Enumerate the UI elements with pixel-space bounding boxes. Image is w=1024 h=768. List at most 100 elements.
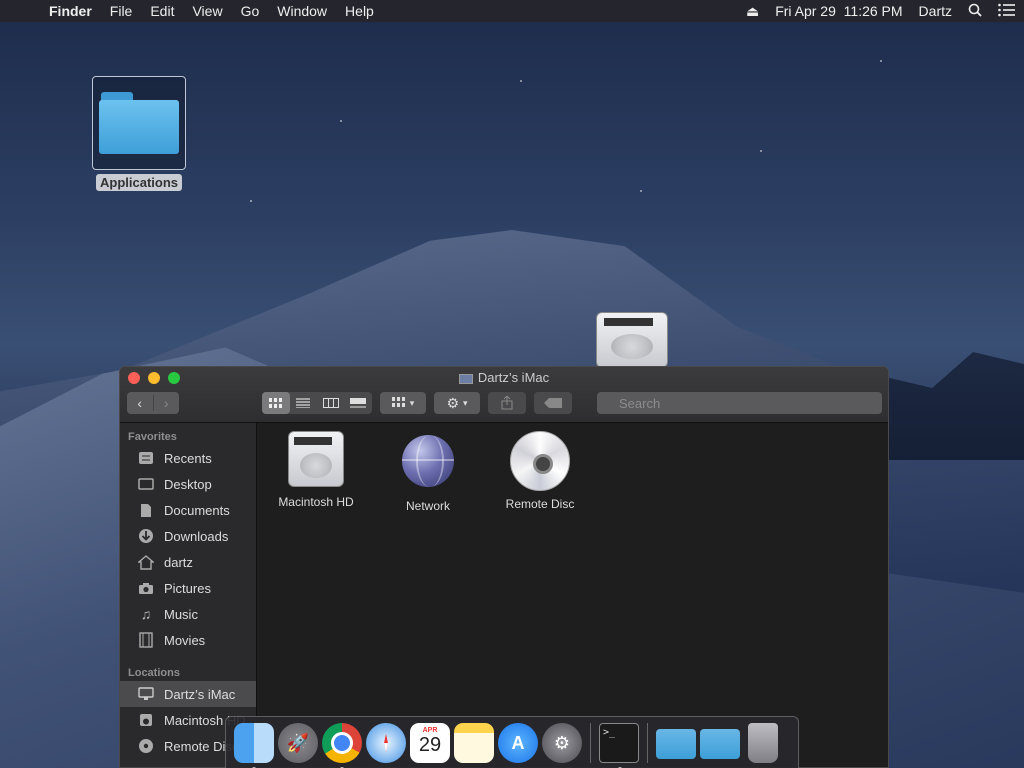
- sidebar-item-home[interactable]: dartz: [120, 549, 256, 575]
- notification-center-icon[interactable]: [990, 3, 1024, 20]
- menu-help[interactable]: Help: [336, 3, 383, 19]
- view-mode-control: [262, 392, 372, 414]
- sidebar-item-documents[interactable]: Documents: [120, 497, 256, 523]
- calendar-day: 29: [418, 734, 442, 756]
- menu-edit[interactable]: Edit: [141, 3, 183, 19]
- menu-file[interactable]: File: [101, 3, 142, 19]
- window-toolbar: ‹ › ▾ ⚙ ▾ Search: [120, 392, 888, 416]
- dock-notes-icon[interactable]: [454, 723, 494, 763]
- camera-icon: [136, 579, 156, 597]
- dock-app-store-icon[interactable]: A: [498, 723, 538, 763]
- column-view-button[interactable]: [317, 392, 345, 414]
- sidebar-item-label: Music: [164, 606, 198, 622]
- dock-finder-icon[interactable]: [234, 723, 274, 768]
- desktop-folder-label: Applications: [95, 174, 182, 191]
- dock-terminal-icon[interactable]: >_: [599, 723, 639, 768]
- gear-icon: ⚙: [446, 394, 460, 411]
- menu-user[interactable]: Dartz: [911, 3, 960, 19]
- desktop-applications-folder[interactable]: Applications: [92, 76, 186, 192]
- home-icon: [136, 553, 156, 571]
- list-view-button[interactable]: [290, 392, 318, 414]
- item-label: Macintosh HD: [278, 495, 354, 509]
- share-icon: [501, 396, 513, 410]
- menu-clock[interactable]: Fri Apr 29 11:26 PM: [767, 3, 910, 19]
- star: [640, 190, 642, 192]
- sidebar-item-label: Dartz’s iMac: [164, 686, 236, 702]
- action-button[interactable]: ⚙ ▾: [434, 392, 480, 414]
- sidebar-item-label: Desktop: [164, 476, 212, 492]
- desktop-icon: [136, 475, 156, 493]
- calendar-month: APR: [422, 727, 438, 734]
- sidebar-locations-header: Locations: [128, 667, 180, 679]
- sidebar-item-label: Documents: [164, 502, 230, 518]
- item-remote-disc[interactable]: Remote Disc: [485, 431, 595, 511]
- sidebar-item-label: Movies: [164, 632, 206, 648]
- tag-icon: [544, 398, 562, 408]
- imac-icon: [136, 685, 156, 703]
- folder-selection: [92, 76, 186, 170]
- dock-system-preferences-icon[interactable]: ⚙: [542, 723, 582, 763]
- disc-icon: [136, 737, 156, 755]
- dock-applications-folder-icon[interactable]: [656, 729, 696, 759]
- sidebar-item-downloads[interactable]: Downloads: [120, 523, 256, 549]
- menu-go[interactable]: Go: [232, 3, 269, 19]
- film-icon: [136, 631, 156, 649]
- dock-separator: [590, 723, 591, 763]
- sidebar-item-label: Downloads: [164, 528, 229, 544]
- hard-drive-icon: [288, 431, 344, 487]
- window-titlebar[interactable]: Dartz’s iMac ‹ › ▾ ⚙ ▾ Search: [120, 367, 888, 423]
- sidebar-item-recents[interactable]: Recents: [120, 445, 256, 471]
- share-button[interactable]: [488, 392, 526, 414]
- sidebar-item-desktop[interactable]: Desktop: [120, 471, 256, 497]
- eject-icon[interactable]: ⏏: [738, 3, 767, 20]
- rocket-icon: 🚀: [286, 732, 310, 753]
- music-icon: ♫: [140, 606, 152, 622]
- star: [880, 60, 882, 62]
- star: [340, 120, 342, 122]
- chevron-down-icon: ▾: [463, 397, 468, 408]
- dock-launchpad-icon[interactable]: 🚀: [278, 723, 318, 763]
- sidebar-item-movies[interactable]: Movies: [120, 627, 256, 653]
- gallery-view-button[interactable]: [345, 392, 373, 414]
- dock: 🚀 APR 29 A ⚙ >_: [225, 716, 799, 768]
- dock-downloads-folder-icon[interactable]: [700, 729, 740, 759]
- grid-icon: [391, 396, 406, 410]
- item-network[interactable]: Network: [373, 435, 483, 513]
- desktop-hard-drive-icon[interactable]: [596, 312, 668, 368]
- item-label: Network: [405, 499, 450, 513]
- sidebar-item-pictures[interactable]: Pictures: [120, 575, 256, 601]
- dock-calendar-icon[interactable]: APR 29: [410, 723, 450, 763]
- menu-bar: Finder File Edit View Go Window Help ⏏ F…: [0, 0, 1024, 22]
- folder-icon: [99, 92, 179, 154]
- dock-trash-icon[interactable]: [748, 723, 778, 763]
- dock-safari-icon[interactable]: [366, 723, 406, 763]
- item-macintosh-hd[interactable]: Macintosh HD: [261, 431, 371, 509]
- window-title-text: Dartz’s iMac: [477, 370, 550, 385]
- recents-icon: [136, 449, 156, 467]
- sidebar-item-label: dartz: [164, 554, 193, 570]
- menu-app-name[interactable]: Finder: [40, 3, 101, 19]
- sidebar-favorites-header: Favorites: [128, 431, 177, 443]
- finder-window: Dartz’s iMac ‹ › ▾ ⚙ ▾ Search Favorites …: [119, 366, 889, 768]
- back-button[interactable]: ‹: [127, 395, 153, 411]
- arrange-button[interactable]: ▾: [380, 392, 426, 414]
- spotlight-icon[interactable]: [960, 3, 990, 20]
- icon-view-button[interactable]: [262, 392, 290, 414]
- network-icon: [402, 435, 454, 487]
- sidebar-item-music[interactable]: ♫ Music: [120, 601, 256, 627]
- window-title: Dartz’s iMac: [120, 370, 888, 385]
- search-input[interactable]: [597, 392, 882, 414]
- imac-icon: [458, 373, 473, 384]
- sidebar-item-label: Recents: [164, 450, 212, 466]
- sidebar-item-imac[interactable]: Dartz’s iMac: [120, 681, 256, 707]
- menu-view[interactable]: View: [183, 3, 231, 19]
- menu-window[interactable]: Window: [268, 3, 336, 19]
- nav-buttons: ‹ ›: [127, 392, 179, 414]
- disc-icon: [510, 431, 570, 491]
- dock-chrome-icon[interactable]: [322, 723, 362, 768]
- sidebar-item-label: Pictures: [164, 580, 211, 596]
- tag-button[interactable]: [534, 392, 572, 414]
- chevron-down-icon: ▾: [409, 397, 415, 408]
- forward-button[interactable]: ›: [152, 395, 180, 411]
- star: [760, 150, 762, 152]
